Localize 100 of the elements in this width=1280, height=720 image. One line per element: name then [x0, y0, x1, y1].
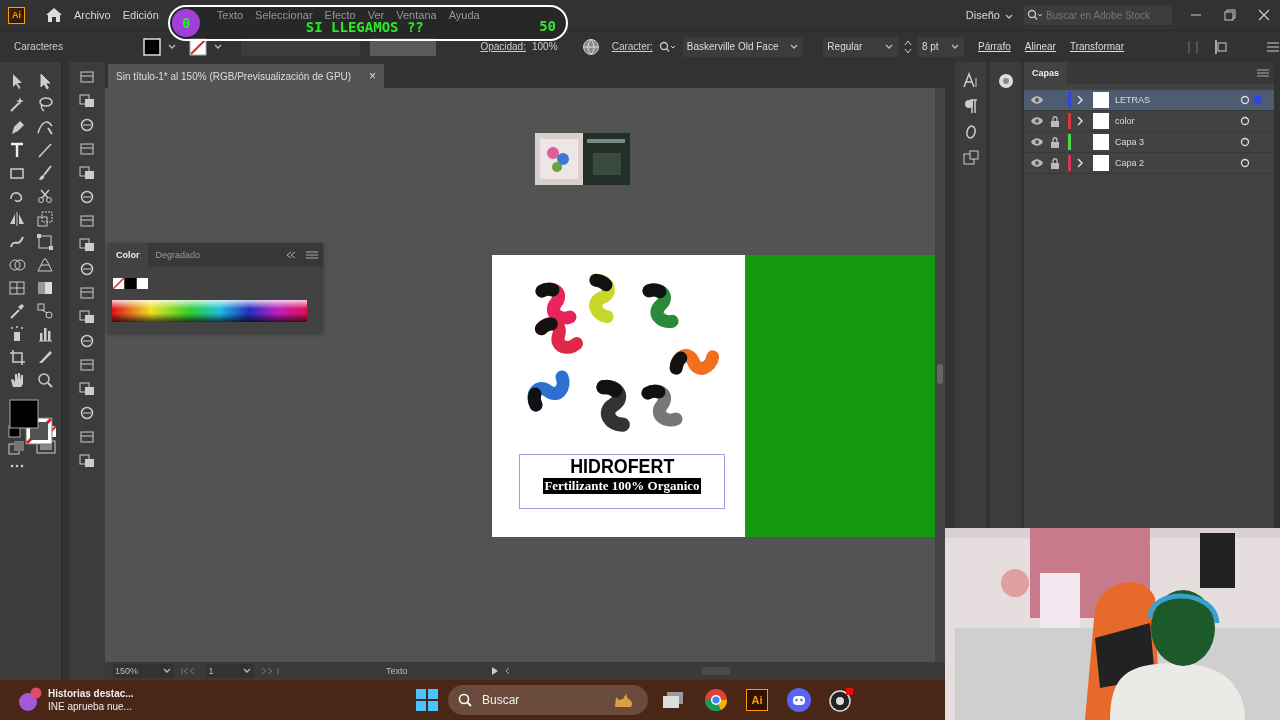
workspace-label[interactable]: Diseño [965, 9, 1000, 21]
eye-icon[interactable] [1030, 158, 1044, 168]
mesh-icon[interactable] [8, 279, 26, 297]
menu-item[interactable]: Ventana [396, 9, 437, 21]
menu-item[interactable]: Texto [216, 9, 244, 21]
target-icon[interactable] [1240, 158, 1250, 168]
news-subtitle[interactable]: INE aprueba nue... [48, 700, 134, 713]
artboard-icon[interactable] [8, 348, 26, 366]
layer-row[interactable]: LETRAS [1024, 90, 1274, 111]
menu-item[interactable]: Efecto [324, 9, 356, 21]
tab-close-button[interactable]: × [369, 69, 377, 83]
collapse-icon[interactable] [285, 250, 297, 260]
panel-tab[interactable]: Color [108, 243, 148, 267]
task-view-icon[interactable] [662, 691, 684, 709]
play-icon[interactable] [491, 666, 499, 676]
perspective-grid-icon[interactable] [36, 256, 54, 274]
layer-row[interactable]: Capa 2 [1024, 153, 1274, 174]
hand-icon[interactable] [8, 371, 26, 389]
transform-panel-icon[interactable] [961, 150, 980, 166]
blend-icon[interactable] [36, 302, 54, 320]
menu-item[interactable]: Ayuda [448, 9, 480, 21]
panel-menu-icon[interactable] [305, 250, 319, 260]
line-tool-icon[interactable] [36, 141, 54, 159]
scale-icon[interactable] [36, 210, 54, 228]
more-tools-icon[interactable] [8, 463, 26, 469]
panel-tab[interactable]: Capas [1024, 62, 1067, 84]
screen-mode-icon[interactable] [36, 440, 56, 456]
gradient-icon[interactable] [36, 279, 54, 297]
target-icon[interactable] [1240, 137, 1250, 147]
shape-builder-icon[interactable] [8, 256, 26, 274]
target-icon[interactable] [1240, 95, 1250, 105]
panel-link[interactable]: Transformar [1069, 41, 1124, 52]
reflect-icon[interactable] [8, 210, 26, 228]
stepper-icon[interactable] [903, 38, 912, 55]
browser-icon[interactable] [704, 688, 728, 712]
type-tool-icon[interactable] [8, 141, 26, 159]
close-icon[interactable] [1258, 9, 1270, 21]
artboard-field[interactable]: 1 [206, 664, 254, 678]
opacity-value[interactable]: 100% [531, 41, 564, 52]
news-headline[interactable]: Historias destac... [48, 687, 134, 700]
free-transform-icon[interactable] [36, 233, 54, 251]
swatch-icon[interactable] [112, 277, 150, 291]
eye-icon[interactable] [1030, 116, 1044, 126]
fill-swatch-icon[interactable] [142, 37, 161, 56]
lock-icon[interactable] [1050, 157, 1060, 169]
layer-row[interactable]: Capa 3 [1024, 132, 1274, 153]
app-logo[interactable]: Ai [8, 6, 25, 24]
character-panel-icon[interactable] [961, 72, 980, 88]
magic-wand-icon[interactable] [8, 95, 26, 113]
search-input[interactable]: Buscar en Adobe Stock [1046, 9, 1170, 21]
recorder-icon[interactable] [828, 687, 854, 713]
menu-item[interactable]: Ver [367, 9, 385, 21]
zoom-field[interactable]: 150% [113, 664, 175, 678]
slice-icon[interactable] [36, 348, 54, 366]
news-widget-icon[interactable] [16, 687, 42, 713]
scissors-icon[interactable] [36, 187, 54, 205]
color-spectrum[interactable] [112, 300, 307, 322]
panel-menu-icon[interactable] [1256, 68, 1270, 78]
panel-tab[interactable]: Degradado [147, 243, 209, 267]
curvature-icon[interactable] [36, 118, 54, 136]
eyedropper-icon[interactable] [8, 302, 26, 320]
eye-icon[interactable] [1030, 95, 1044, 105]
menu-item[interactable]: Edición [122, 9, 159, 21]
brush-icon[interactable] [36, 164, 54, 182]
stroke-weight-field[interactable] [240, 37, 360, 56]
column-graph-icon[interactable] [36, 325, 54, 343]
menu-item[interactable]: Seleccionar [255, 9, 313, 21]
search-field[interactable]: Buscar en Adobe Stock [1024, 5, 1172, 25]
panel-link[interactable]: Párrafo [977, 41, 1011, 52]
search-input[interactable]: Buscar [482, 693, 602, 707]
document-tab[interactable]: Sin título-1* al 150% (RGB/Previsualización de GPU) × [108, 64, 385, 88]
variable-width-field[interactable] [369, 37, 437, 56]
app-icon[interactable]: Ai [746, 689, 768, 711]
zoom-icon[interactable] [36, 371, 54, 389]
font-style-dropdown[interactable]: Regular [823, 36, 898, 57]
font-size-field[interactable]: 8 pt [917, 36, 964, 57]
globe-icon[interactable] [581, 37, 600, 56]
home-icon[interactable] [44, 6, 64, 24]
color-mode-icon[interactable] [8, 425, 56, 439]
restore-icon[interactable] [1224, 9, 1236, 21]
search-field[interactable]: Buscar [448, 685, 648, 715]
character-label[interactable]: Caracter: [611, 41, 653, 52]
layer-row[interactable]: color [1024, 111, 1274, 132]
windows-start-icon[interactable] [416, 689, 438, 711]
vertical-scrollbar[interactable] [935, 88, 945, 662]
symbol-sprayer-icon[interactable] [8, 325, 26, 343]
lasso-icon[interactable] [36, 95, 54, 113]
panel-link[interactable]: Alinear [1024, 41, 1056, 52]
color-wheel-icon[interactable] [996, 72, 1015, 90]
opacity-label[interactable]: Opacidad: [480, 41, 526, 52]
chat-app-icon[interactable] [786, 687, 812, 713]
distribute-icon[interactable] [1214, 38, 1230, 55]
font-family-dropdown[interactable]: Baskerville Old Face [682, 36, 804, 57]
menu-item[interactable]: Archivo [74, 9, 111, 21]
draw-mode-icon[interactable] [8, 440, 26, 456]
target-icon[interactable] [1240, 116, 1250, 126]
lock-icon[interactable] [1050, 136, 1060, 148]
eye-icon[interactable] [1030, 137, 1044, 147]
lock-icon[interactable] [1050, 115, 1060, 127]
panel-menu-icon[interactable] [1266, 40, 1280, 53]
